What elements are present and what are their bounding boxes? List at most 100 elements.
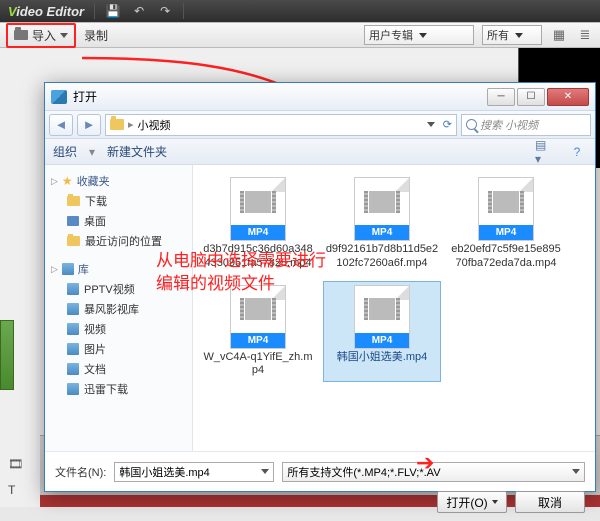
list-view-icon[interactable]: ≣: [576, 26, 594, 44]
import-button[interactable]: 导入: [6, 23, 76, 48]
album-combo[interactable]: 用户专辑: [364, 25, 474, 45]
file-badge: MP4: [479, 225, 533, 240]
file-item[interactable]: MP4d9f92161b7d8b11d5e2102fc7260a6f.mp4: [323, 173, 441, 275]
sidebar-item[interactable]: 文档: [49, 359, 188, 379]
file-name: W_vC4A-q1YifE_zh.mp4: [201, 351, 315, 379]
library-icon: [67, 383, 79, 395]
filter-combo[interactable]: 所有: [482, 25, 542, 45]
star-icon: ★: [62, 174, 73, 188]
file-thumb: MP4: [230, 285, 286, 349]
app-title: Video Editor: [8, 4, 84, 19]
file-badge: MP4: [355, 333, 409, 348]
library-icon: [62, 263, 74, 275]
maximize-button[interactable]: ☐: [517, 88, 545, 106]
folder-icon: [110, 119, 124, 130]
undo-icon[interactable]: ↶: [131, 3, 147, 19]
favorites-header[interactable]: ▷★收藏夹: [49, 171, 188, 191]
library-icon: [67, 283, 79, 295]
filename-input[interactable]: 韩国小姐选美.mp4: [114, 462, 274, 482]
dialog-nav: ◄ ► ▸ 小视频 ⟳ 搜索 小视频: [45, 111, 595, 139]
import-label: 导入: [32, 27, 56, 44]
organize-menu[interactable]: 组织: [53, 143, 77, 160]
file-item[interactable]: MP4 韩国小姐选美.mp4: [323, 281, 441, 383]
breadcrumb-sep: ▸: [128, 118, 134, 131]
dialog-titlebar[interactable]: 打开 ─ ☐ ✕: [45, 83, 595, 111]
video-icon: [369, 298, 395, 320]
search-placeholder: 搜索 小视频: [480, 117, 538, 133]
file-badge: MP4: [231, 225, 285, 240]
breadcrumb-folder: 小视频: [138, 117, 171, 133]
open-button[interactable]: 打开(O): [437, 491, 507, 513]
grid-view-icon[interactable]: ▦: [550, 26, 568, 44]
library-icon: [67, 343, 79, 355]
file-thumb: MP4: [354, 285, 410, 349]
save-icon[interactable]: 💾: [105, 3, 121, 19]
dialog-buttons: 打开(O) 取消: [45, 491, 595, 521]
file-thumb: MP4: [354, 177, 410, 241]
clip-icon[interactable]: 🎞: [8, 457, 23, 471]
search-icon: [466, 119, 477, 130]
open-dialog: 打开 ─ ☐ ✕ ◄ ► ▸ 小视频 ⟳ 搜索 小视频 组织 ▾ 新建文件夹 ▤…: [44, 82, 596, 492]
folder-icon: [14, 30, 28, 40]
filename-value: 韩国小姐选美.mp4: [119, 464, 209, 480]
dialog-footer: 文件名(N): 韩国小姐选美.mp4 所有支持文件(*.MP4;*.FLV;*.…: [45, 451, 595, 491]
back-button[interactable]: ◄: [49, 114, 73, 136]
view-mode-icon[interactable]: ▤ ▾: [535, 143, 555, 161]
filter-value: 所有支持文件(*.MP4;*.FLV;*.AV: [287, 464, 440, 480]
redo-icon[interactable]: ↷: [157, 3, 173, 19]
main-toolbar: 导入 录制 用户专辑 所有 ▦ ≣: [0, 22, 600, 48]
file-thumb: MP4: [230, 177, 286, 241]
video-icon: [493, 191, 519, 213]
forward-button[interactable]: ►: [77, 114, 101, 136]
file-badge: MP4: [231, 333, 285, 348]
file-thumb: MP4: [478, 177, 534, 241]
file-list[interactable]: MP4d3b7d915c36d60a3484330951fa57828.mp4M…: [193, 165, 595, 451]
file-name: d3b7d915c36d60a3484330951fa57828.mp4: [201, 243, 315, 271]
help-icon[interactable]: ?: [567, 143, 587, 161]
chevron-down-icon: [492, 500, 498, 504]
breadcrumb[interactable]: ▸ 小视频 ⟳: [105, 114, 457, 136]
chevron-down-icon: [419, 33, 427, 38]
file-item[interactable]: MP4 eb20efd7c5f9e15e89570fba72eda7da.mp4: [447, 173, 565, 275]
sidebar-item[interactable]: 暴风影视库: [49, 299, 188, 319]
sidebar: ▷★收藏夹 下载 桌面 最近访问的位置 ▷库 PPTV视频 暴风影视库 视频 图…: [45, 165, 193, 451]
sidebar-item[interactable]: 桌面: [49, 211, 188, 231]
dialog-body: ▷★收藏夹 下载 桌面 最近访问的位置 ▷库 PPTV视频 暴风影视库 视频 图…: [45, 165, 595, 451]
library-icon: [67, 363, 79, 375]
chevron-down-icon: [515, 33, 523, 38]
dialog-title: 打开: [73, 88, 97, 105]
filetype-filter[interactable]: 所有支持文件(*.MP4;*.FLV;*.AV: [282, 462, 585, 482]
library-icon: [67, 323, 79, 335]
sidebar-item[interactable]: 图片: [49, 339, 188, 359]
filename-label: 文件名(N):: [55, 464, 106, 480]
sidebar-item[interactable]: 视频: [49, 319, 188, 339]
timeline-tools: 🎞 T: [8, 457, 23, 497]
side-tab[interactable]: [0, 320, 14, 390]
sidebar-item[interactable]: 迅雷下载: [49, 379, 188, 399]
dialog-toolbar: 组织 ▾ 新建文件夹 ▤ ▾ ?: [45, 139, 595, 165]
cancel-button[interactable]: 取消: [515, 491, 585, 513]
file-item[interactable]: MP4 W_vC4A-q1YifE_zh.mp4: [199, 281, 317, 383]
new-folder-button[interactable]: 新建文件夹: [107, 143, 167, 160]
file-name: 韩国小姐选美.mp4: [337, 351, 427, 365]
libraries-header[interactable]: ▷库: [49, 259, 188, 279]
window-icon: [51, 90, 67, 104]
chevron-down-icon: [572, 469, 580, 474]
sidebar-item[interactable]: PPTV视频: [49, 279, 188, 299]
sidebar-item[interactable]: 下载: [49, 191, 188, 211]
minimize-button[interactable]: ─: [487, 88, 515, 106]
sidebar-item[interactable]: 最近访问的位置: [49, 231, 188, 251]
text-icon[interactable]: T: [8, 483, 23, 497]
chevron-down-icon[interactable]: [261, 469, 269, 474]
refresh-icon[interactable]: ⟳: [443, 118, 452, 131]
file-name: d9f92161b7d8b11d5e2102fc7260a6f.mp4: [325, 243, 439, 271]
app-titlebar: Video Editor 💾 ↶ ↷: [0, 0, 600, 22]
chevron-down-icon: [60, 33, 68, 38]
search-input[interactable]: 搜索 小视频: [461, 114, 591, 136]
file-name: eb20efd7c5f9e15e89570fba72eda7da.mp4: [449, 243, 563, 271]
chevron-down-icon[interactable]: [427, 122, 435, 127]
album-combo-value: 用户专辑: [369, 27, 413, 43]
record-button[interactable]: 录制: [84, 27, 108, 44]
close-button[interactable]: ✕: [547, 88, 589, 106]
file-item[interactable]: MP4 d3b7d915c36d60a3484330951fa57828.mp4: [199, 173, 317, 275]
